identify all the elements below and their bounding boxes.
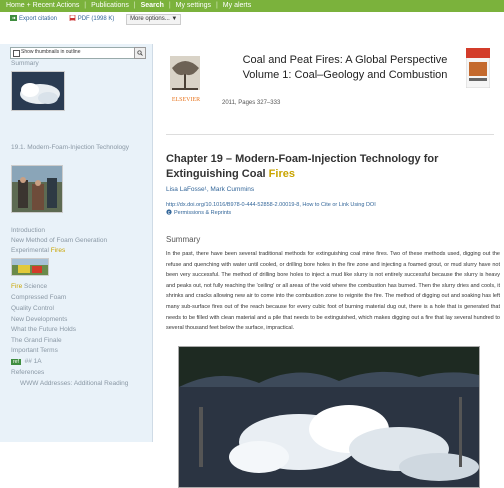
section-thumbnail[interactable]	[11, 165, 63, 213]
nav-home-recent[interactable]: Home + Recent Actions	[6, 2, 79, 9]
outline-important-terms[interactable]: Important Terms	[11, 347, 58, 354]
top-navigation-bar: Home + Recent Actions | Publications | S…	[0, 0, 504, 12]
article-toolbar: Export citation PDF (1998 K) More option…	[0, 12, 504, 26]
science-text: Science	[22, 283, 48, 290]
thumbnails-checkbox[interactable]	[13, 50, 20, 57]
nav-search[interactable]: Search	[141, 2, 164, 9]
book-subtitle: Volume 1: Coal–Geology and Combustion	[242, 69, 448, 81]
permissions-label: Permissions & Reprints	[174, 210, 232, 216]
book-header: ELSEVIER Coal and Peat Fires: A Global P…	[166, 44, 494, 135]
nav-publications[interactable]: Publications	[91, 2, 129, 9]
outline-references[interactable]: References	[11, 369, 44, 376]
foam-injection-figure[interactable]	[178, 346, 480, 488]
outline-future-holds[interactable]: What the Future Holds	[11, 326, 76, 333]
magnifier-icon	[137, 50, 143, 56]
permissions-icon: c	[166, 209, 172, 216]
outline-introduction[interactable]: Introduction	[11, 227, 45, 234]
more-options-button[interactable]: More options... ▼	[126, 14, 182, 25]
nav-separator: |	[84, 2, 87, 9]
export-citation-label: Export citation	[19, 16, 58, 22]
chapter-title-line2: Extinguishing Coal Fires	[166, 167, 466, 182]
nav-my-settings[interactable]: My settings	[176, 2, 211, 9]
outline-summary[interactable]: Summary	[11, 60, 39, 67]
book-title-block[interactable]: Coal and Peat Fires: A Global Perspectiv…	[230, 53, 460, 83]
permissions-link[interactable]: c Permissions & Reprints	[166, 209, 231, 216]
export-icon	[10, 15, 17, 21]
elsevier-tree-logo: ELSEVIER	[170, 56, 200, 103]
book-cover-thumbnail[interactable]	[466, 48, 490, 88]
nav-separator: |	[216, 2, 218, 9]
experimental-thumbnail[interactable]	[11, 258, 49, 276]
nav-separator: |	[168, 2, 171, 9]
chapter-title-line2-text: Extinguishing Coal	[166, 168, 269, 180]
book-title: Coal and Peat Fires: A Global Perspectiv…	[242, 54, 448, 66]
pdf-label: PDF (1998 K)	[77, 16, 115, 22]
summary-text: In the past, there have been several tra…	[166, 251, 500, 332]
outline-references-badge[interactable]: ref ## 1A	[11, 358, 42, 365]
outline-www-addresses[interactable]: WWW Addresses: Additional Reading	[20, 380, 128, 387]
nav-my-alerts[interactable]: My alerts	[223, 2, 251, 9]
outline-grand-finale[interactable]: The Grand Finale	[11, 337, 62, 344]
publisher-name: ELSEVIER	[172, 97, 200, 103]
chapter-title-line1: Chapter 19 – Modern-Foam-Injection Techn…	[166, 153, 439, 165]
chapter-fires-highlight: Fires	[268, 168, 295, 180]
chapter-title: Chapter 19 – Modern-Foam-Injection Techn…	[166, 152, 466, 182]
outline-new-method[interactable]: New Method of Foam Generation	[11, 237, 107, 244]
doi-link[interactable]: http://dx.doi.org/10.1016/B978-0-444-528…	[166, 202, 376, 208]
outline-quality-control[interactable]: Quality Control	[11, 305, 54, 312]
outline-sidebar: Show thumbnails in outline Summary 19.1.…	[0, 44, 153, 442]
ref-badge-suffix: ## 1A	[22, 358, 42, 365]
pdf-download-link[interactable]: PDF (1998 K)	[69, 12, 115, 26]
experimental-text: Experimental	[11, 247, 51, 254]
ref-badge: ref	[11, 359, 21, 365]
outline-fire-science[interactable]: Fire Science	[11, 283, 47, 290]
search-button[interactable]	[134, 47, 146, 59]
summary-heading: Summary	[166, 235, 201, 244]
outline-thumbnail-toggle[interactable]: Show thumbnails in outline	[10, 47, 146, 59]
outline-experimental-fires[interactable]: Experimental Fires	[11, 247, 65, 254]
outline-compressed-foam[interactable]: Compressed Foam	[11, 294, 66, 301]
author-list[interactable]: Lisa LaFosse¹, Mark Cummins	[166, 186, 254, 193]
summary-thumbnail[interactable]	[11, 71, 65, 111]
pdf-icon	[69, 15, 76, 21]
fire-highlight: Fire	[11, 283, 23, 290]
thumbnails-label: Show thumbnails in outline	[21, 49, 81, 55]
export-citation-link[interactable]: Export citation	[10, 12, 57, 26]
fires-highlight: Fires	[50, 247, 66, 254]
book-pages: 2011, Pages 327–333	[222, 100, 281, 106]
nav-separator: |	[133, 2, 136, 9]
outline-section-19-1[interactable]: 19.1. Modern-Foam-Injection Technology	[11, 143, 141, 152]
outline-new-developments[interactable]: New Developments	[11, 316, 67, 323]
